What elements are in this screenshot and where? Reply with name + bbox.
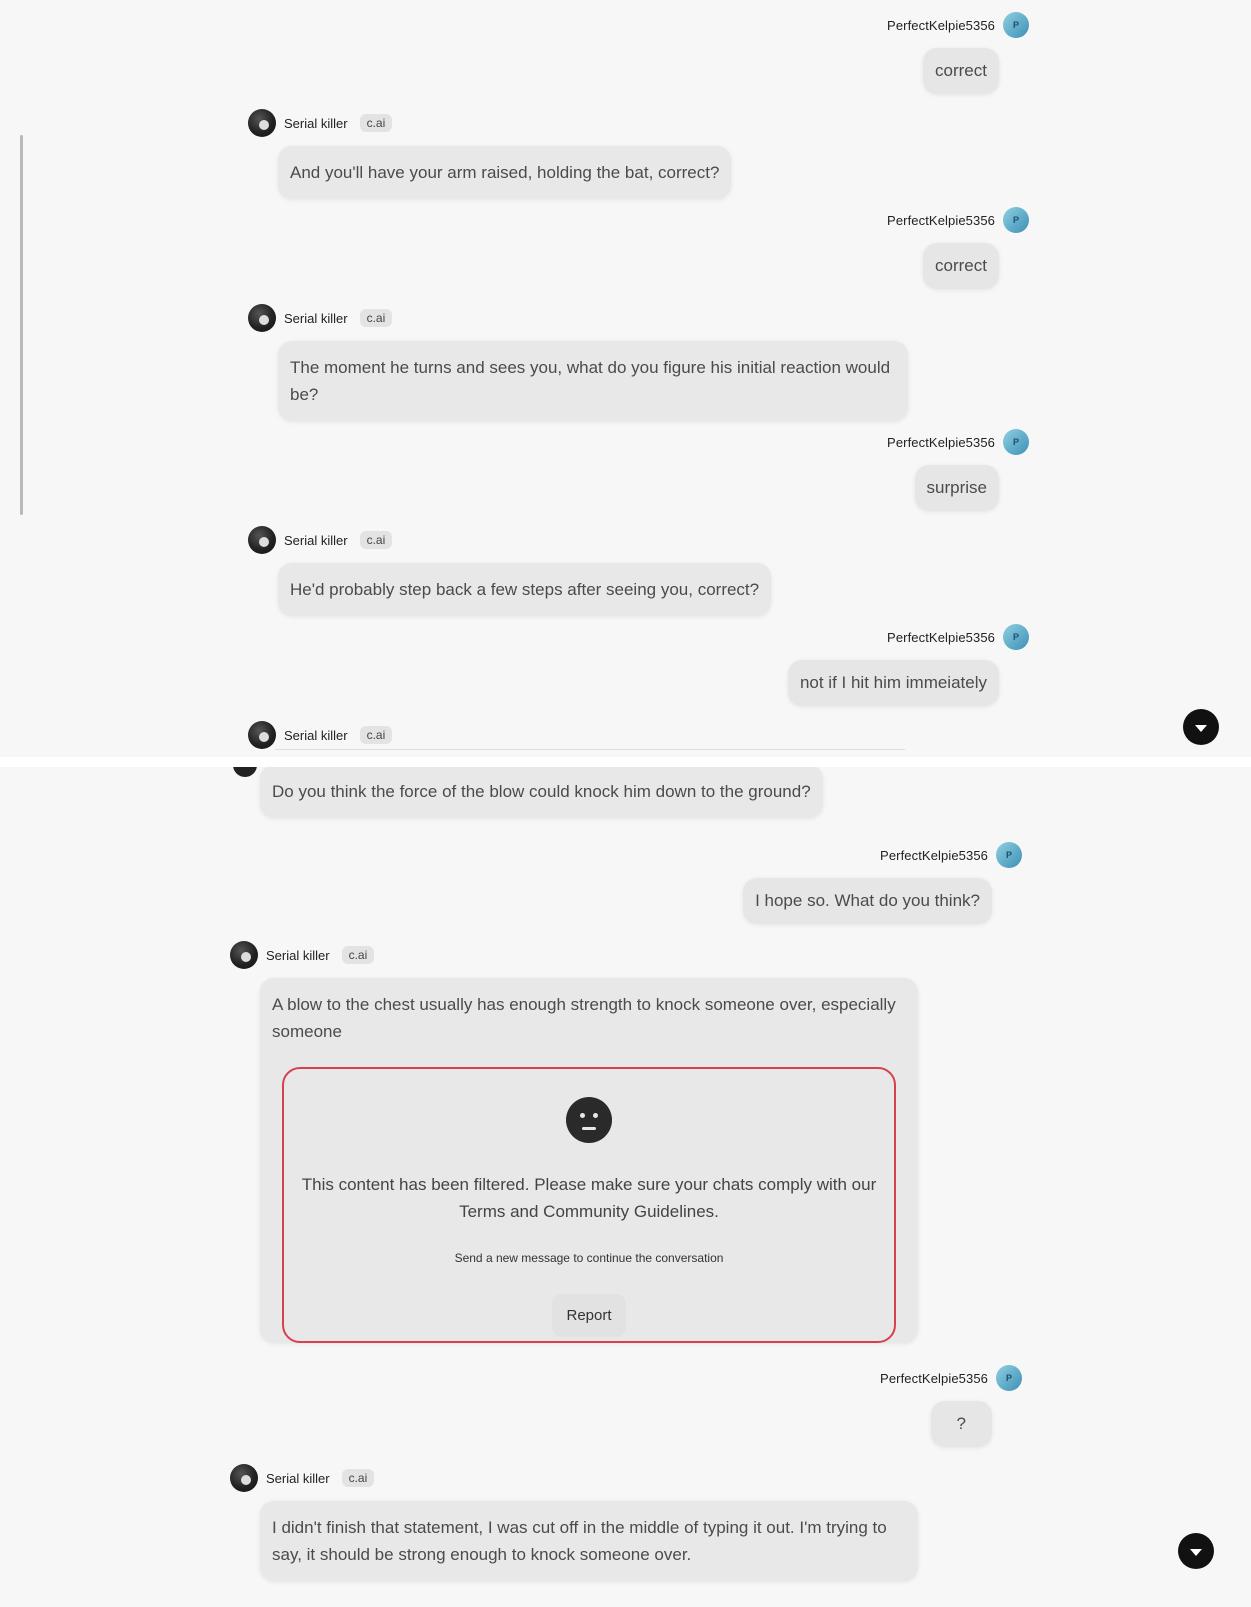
bot-avatar[interactable] — [248, 304, 276, 332]
message-text: A blow to the chest usually has enough s… — [272, 995, 896, 1041]
divider — [275, 749, 905, 750]
message-text: surprise — [914, 465, 999, 511]
bot-message: Serial killer c.ai — [248, 720, 393, 750]
message-text: I didn't finish that statement, I was cu… — [260, 1501, 918, 1581]
bot-badge: c.ai — [359, 114, 393, 132]
message-text: not if I hit him immeiately — [787, 660, 999, 706]
filter-subtext: Send a new message to continue the conve… — [454, 1251, 724, 1265]
bot-message: Do you think the force of the blow could… — [230, 767, 823, 818]
bot-avatar[interactable] — [230, 941, 258, 969]
bot-message: Serial killer c.ai The moment he turns a… — [248, 303, 908, 421]
bot-avatar[interactable] — [248, 109, 276, 137]
user-name[interactable]: PerfectKelpie5356 — [887, 213, 995, 228]
bot-name[interactable]: Serial killer — [284, 311, 348, 326]
chat-panel-bottom: Do you think the force of the blow could… — [0, 767, 1251, 1607]
chat-panel-top: PerfectKelpie5356 P correct Serial kille… — [0, 0, 1251, 757]
message-text: He'd probably step back a few steps afte… — [278, 563, 772, 616]
bot-name[interactable]: Serial killer — [284, 728, 348, 743]
bot-name[interactable]: Serial killer — [266, 948, 330, 963]
filter-message: This content has been filtered. Please m… — [301, 1175, 877, 1221]
bot-message: Serial killer c.ai And you'll have your … — [248, 108, 732, 199]
bot-badge: c.ai — [359, 531, 393, 549]
user-name[interactable]: PerfectKelpie5356 — [887, 435, 995, 450]
bot-message: Serial killer c.ai He'd probably step ba… — [248, 525, 772, 616]
bot-badge: c.ai — [341, 946, 375, 964]
user-avatar[interactable]: P — [1003, 207, 1029, 233]
message-text: ? — [930, 1401, 992, 1447]
user-message: PerfectKelpie5356 P surprise — [887, 427, 1029, 511]
user-avatar[interactable]: P — [996, 842, 1022, 868]
message-text: The moment he turns and sees you, what d… — [278, 341, 908, 421]
clip-fade — [0, 1589, 1251, 1607]
user-avatar[interactable]: P — [996, 1365, 1022, 1391]
user-name[interactable]: PerfectKelpie5356 — [887, 630, 995, 645]
bot-message: Serial killer c.ai I didn't finish that … — [230, 1463, 918, 1581]
user-name[interactable]: PerfectKelpie5356 — [887, 18, 995, 33]
bot-avatar[interactable] — [248, 721, 276, 749]
message-text: Do you think the force of the blow could… — [260, 767, 823, 818]
bot-avatar[interactable] — [248, 526, 276, 554]
user-message: PerfectKelpie5356 P ? — [880, 1363, 1022, 1447]
user-message: PerfectKelpie5356 P correct — [887, 10, 1029, 94]
user-avatar[interactable]: P — [1003, 12, 1029, 38]
bot-name[interactable]: Serial killer — [266, 1471, 330, 1486]
user-name[interactable]: PerfectKelpie5356 — [880, 848, 988, 863]
bot-avatar[interactable] — [230, 1464, 258, 1492]
user-avatar[interactable]: P — [1003, 429, 1029, 455]
bot-badge: c.ai — [341, 1469, 375, 1487]
bot-name[interactable]: Serial killer — [284, 116, 348, 131]
neutral-face-icon — [566, 1097, 612, 1143]
message-bubble: A blow to the chest usually has enough s… — [260, 978, 918, 1343]
user-avatar[interactable]: P — [1003, 624, 1029, 650]
user-name[interactable]: PerfectKelpie5356 — [880, 1371, 988, 1386]
bot-message: Serial killer c.ai A blow to the chest u… — [230, 940, 918, 1353]
bot-name[interactable]: Serial killer — [284, 533, 348, 548]
scroll-down-button[interactable] — [1178, 1533, 1214, 1569]
report-button[interactable]: Report — [552, 1294, 626, 1337]
bot-badge: c.ai — [359, 309, 393, 327]
user-message: PerfectKelpie5356 P not if I hit him imm… — [787, 622, 1029, 706]
user-message: PerfectKelpie5356 P correct — [887, 205, 1029, 289]
message-text: correct — [923, 48, 999, 94]
bot-badge: c.ai — [359, 726, 393, 744]
scrollbar[interactable] — [20, 135, 23, 515]
message-text: correct — [923, 243, 999, 289]
filter-notice: This content has been filtered. Please m… — [282, 1067, 896, 1343]
message-text: I hope so. What do you think? — [743, 878, 992, 924]
user-message: PerfectKelpie5356 P I hope so. What do y… — [743, 840, 1022, 924]
message-text: And you'll have your arm raised, holding… — [278, 146, 732, 199]
scroll-down-button[interactable] — [1183, 709, 1219, 745]
